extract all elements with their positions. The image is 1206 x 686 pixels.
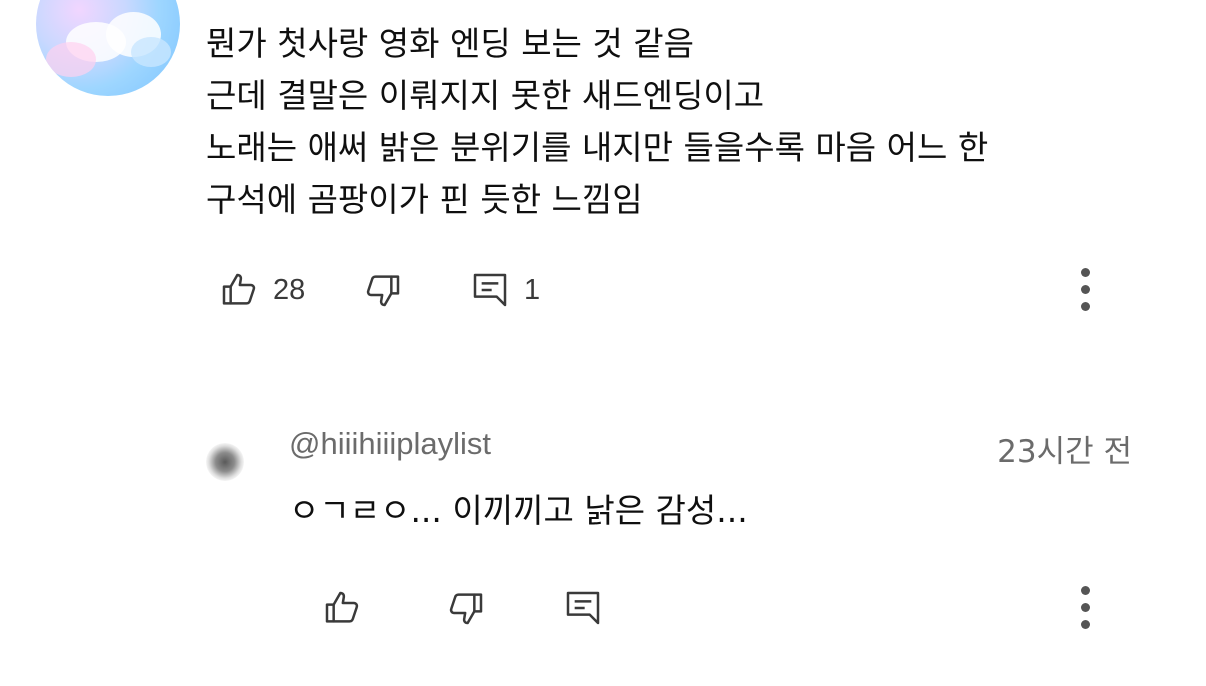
like-button[interactable]: 28 — [219, 270, 305, 310]
reply-button[interactable]: 1 — [470, 270, 540, 310]
comment-line: 노래는 애써 밝은 분위기를 내지만 들을수록 마음 어느 한 — [206, 128, 989, 167]
more-vert-icon[interactable] — [1075, 268, 1095, 311]
thumbs-up-icon — [322, 588, 362, 628]
reply-timestamp: 23시간 전 — [997, 434, 1132, 470]
dislike-button[interactable] — [363, 270, 403, 310]
thumbs-down-icon — [363, 270, 403, 310]
comment-line: 뭔가 첫사랑 영화 엔딩 보는 것 같음 — [206, 24, 694, 63]
comment-line: 구석에 곰팡이가 핀 듯한 느낌임 — [206, 180, 643, 219]
comment-text: 뭔가 첫사랑 영화 엔딩 보는 것 같음 근데 결말은 이뤄지지 못한 새드엔딩… — [206, 18, 1166, 226]
reply-text: ㅇㄱㄹㅇ... 이끼끼고 낡은 감성... — [289, 491, 748, 530]
thumbs-up-icon — [219, 270, 259, 310]
avatar[interactable] — [36, 0, 180, 96]
dislike-button[interactable] — [446, 588, 486, 628]
reply-author-handle[interactable]: @hiiihiiiplaylist — [289, 426, 491, 462]
comment-icon — [470, 270, 510, 310]
comment-icon — [563, 588, 603, 628]
comment-line: 근데 결말은 이뤄지지 못한 새드엔딩이고 — [206, 76, 765, 115]
avatar[interactable] — [206, 443, 244, 481]
like-button[interactable] — [322, 588, 362, 628]
more-vert-icon[interactable] — [1075, 586, 1095, 629]
like-count: 28 — [273, 273, 306, 306]
reply-button[interactable] — [563, 588, 603, 628]
reply-count: 1 — [524, 273, 541, 306]
thumbs-down-icon — [446, 588, 486, 628]
